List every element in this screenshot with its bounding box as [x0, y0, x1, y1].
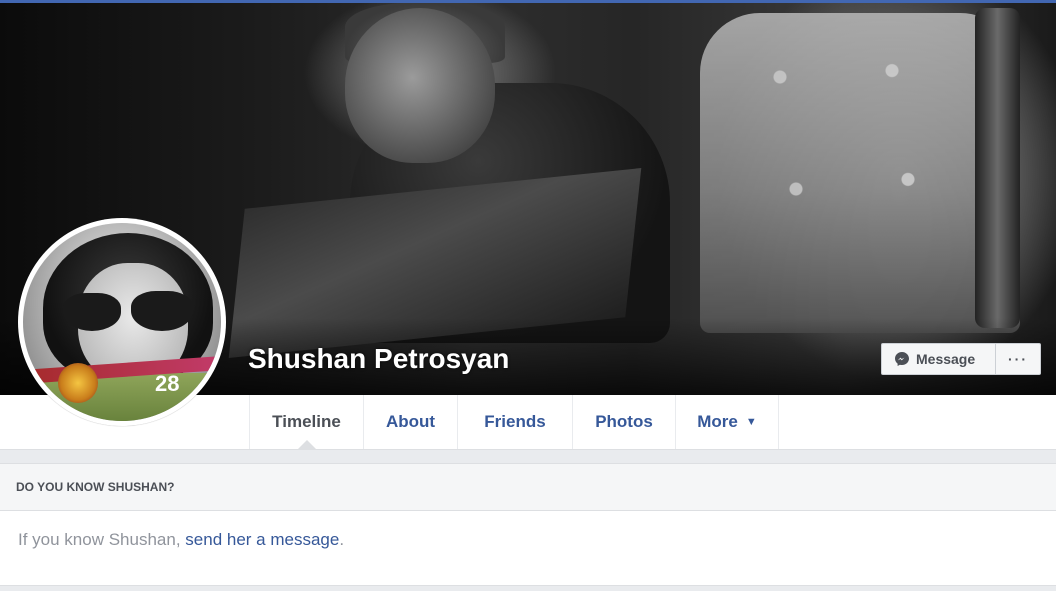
- avatar-sunglasses-right: [131, 291, 193, 331]
- message-button-label: Message: [916, 351, 976, 367]
- tab-about[interactable]: About: [363, 395, 457, 449]
- cover-actions: Message ···: [881, 343, 1041, 375]
- know-card-body: If you know Shushan, send her a message.: [0, 511, 1056, 550]
- avatar-sunglasses-left: [63, 293, 121, 331]
- tab-photos-label: Photos: [595, 412, 653, 431]
- tab-more[interactable]: More ▼: [675, 395, 779, 449]
- cover-chair-frame: [975, 8, 1020, 328]
- know-card-header: DO YOU KNOW SHUSHAN?: [0, 464, 1056, 511]
- message-button[interactable]: Message: [881, 343, 996, 375]
- tab-about-label: About: [385, 412, 436, 431]
- tab-friends-label: Friends: [484, 412, 546, 431]
- send-message-link[interactable]: send her a message: [185, 530, 339, 549]
- avatar-badge-number: 28: [155, 371, 180, 396]
- know-card-text: If you know Shushan,: [18, 530, 186, 549]
- avatar-emblem-icon: [58, 363, 98, 403]
- profile-picture[interactable]: 28: [18, 218, 226, 426]
- messenger-icon: [895, 352, 909, 366]
- know-card-text-end: .: [339, 530, 345, 549]
- tab-timeline-label: Timeline: [272, 412, 341, 431]
- tab-timeline[interactable]: Timeline: [249, 395, 363, 449]
- caret-down-icon: ▼: [745, 416, 757, 428]
- know-card: DO YOU KNOW SHUSHAN? If you know Shushan…: [0, 463, 1056, 586]
- profile-name[interactable]: Shushan Petrosyan: [248, 343, 509, 375]
- tab-photos[interactable]: Photos: [572, 395, 675, 449]
- tab-more-label: More: [697, 412, 738, 431]
- more-options-button[interactable]: ···: [996, 343, 1041, 375]
- more-options-icon: ···: [1008, 351, 1028, 367]
- profile-tabs: Timeline About Friends Photos More ▼: [249, 395, 779, 449]
- cover-figure-head: [345, 8, 495, 163]
- avatar: 28: [23, 223, 221, 421]
- tab-friends[interactable]: Friends: [457, 395, 572, 449]
- cover-chair-shape: [700, 13, 1020, 333]
